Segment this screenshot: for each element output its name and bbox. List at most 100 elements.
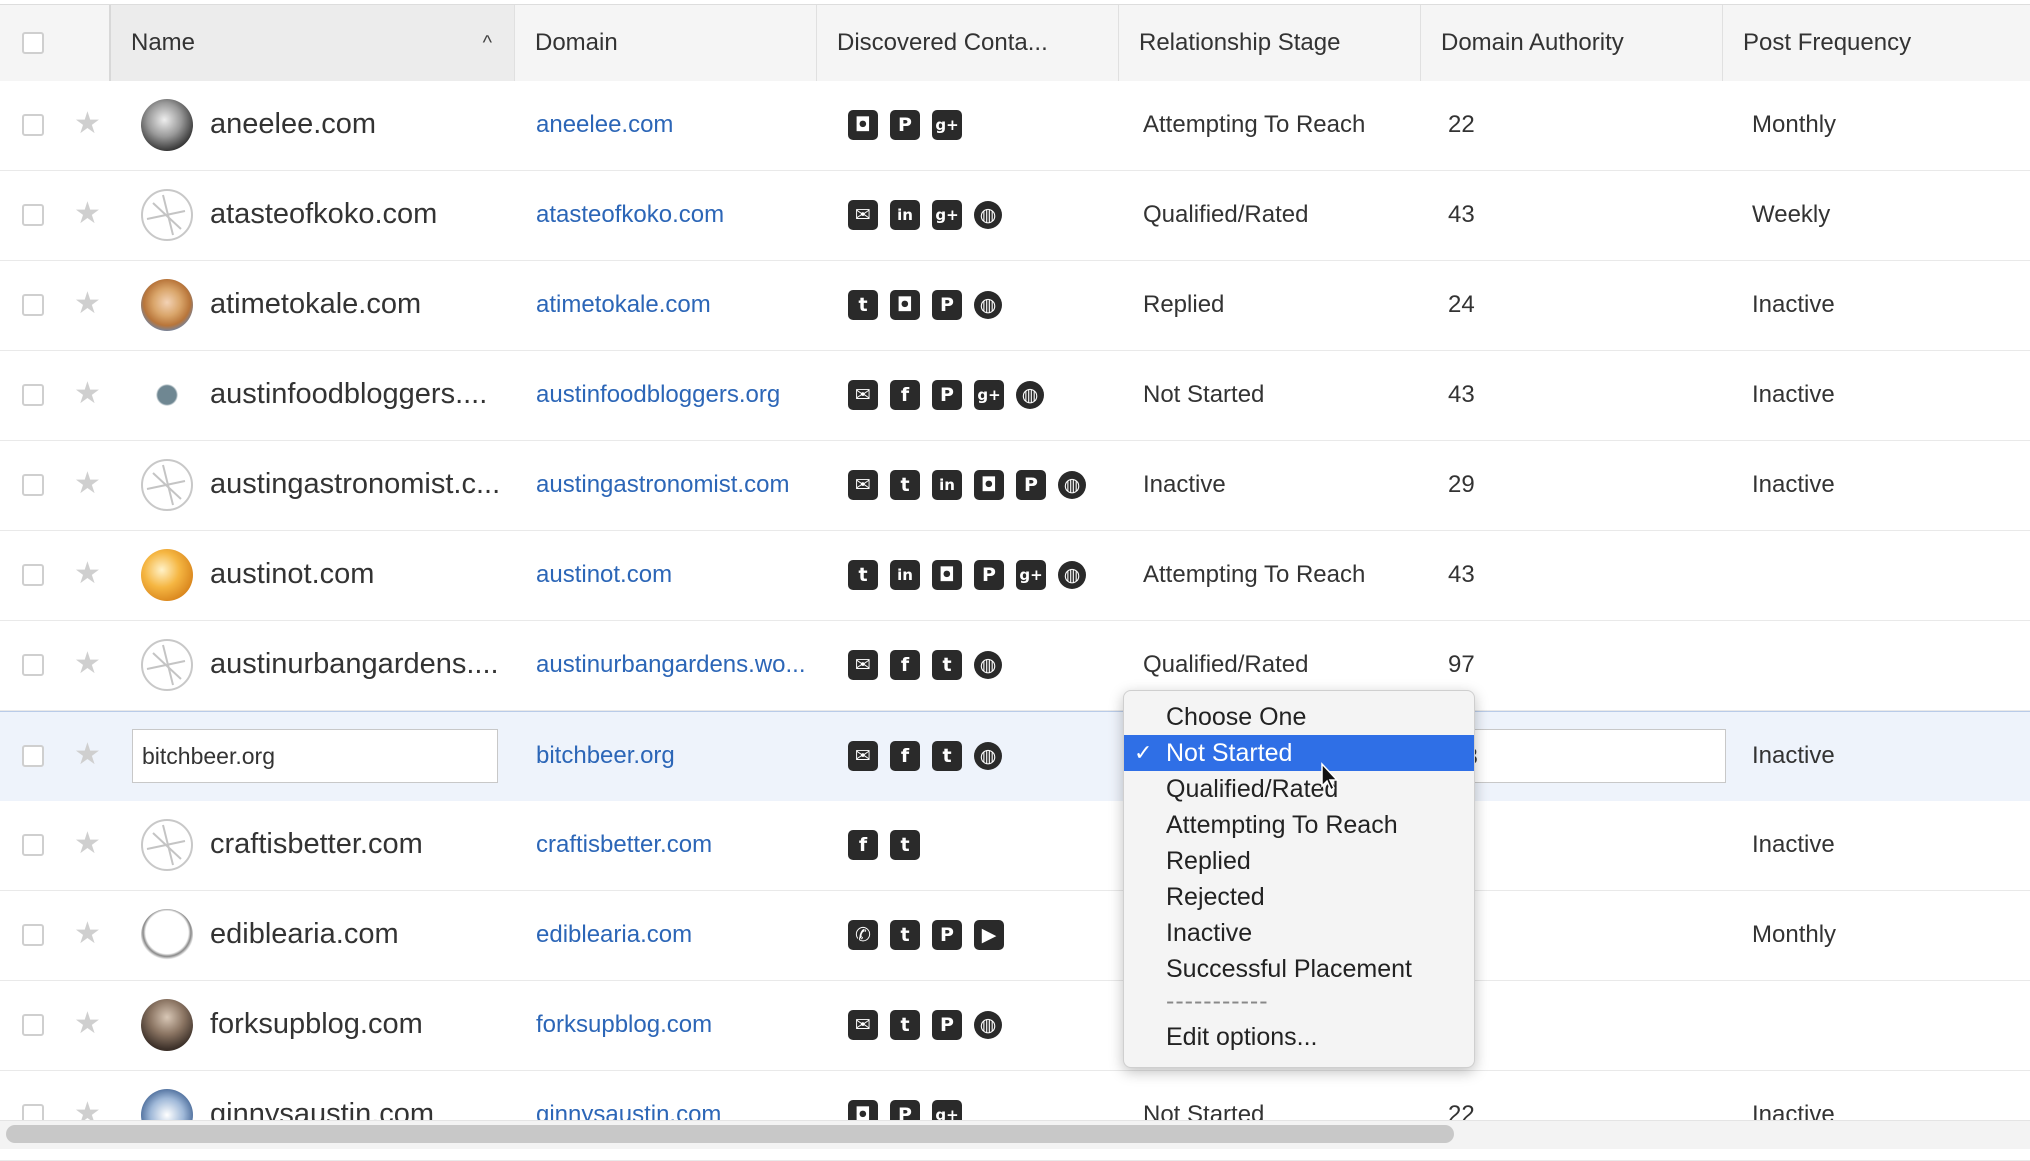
email-icon[interactable]: ✉ bbox=[848, 380, 878, 410]
chevron-up-icon[interactable]: ^ bbox=[483, 5, 492, 81]
dropdown-option-attempting-to-reach[interactable]: Attempting To Reach bbox=[1124, 807, 1474, 843]
globe-icon[interactable]: ◍ bbox=[1058, 471, 1086, 499]
globe-icon[interactable]: ◍ bbox=[974, 201, 1002, 229]
pinterest-icon[interactable]: P bbox=[932, 1010, 962, 1040]
instagram-icon[interactable]: ◘ bbox=[848, 110, 878, 140]
table-row[interactable]: ★ austingastronomist.c... austingastronomi… bbox=[0, 441, 2030, 531]
table-row[interactable]: ★ forksupblog.com forksupblog.com ✉ t P ◍ bbox=[0, 981, 2030, 1071]
globe-icon[interactable]: ◍ bbox=[1058, 561, 1086, 589]
column-header-post-frequency[interactable]: Post Frequency bbox=[1723, 5, 2030, 81]
pinterest-icon[interactable]: P bbox=[890, 110, 920, 140]
star-icon[interactable]: ★ bbox=[74, 379, 101, 409]
row-checkbox[interactable] bbox=[22, 1014, 44, 1036]
row-checkbox[interactable] bbox=[22, 294, 44, 316]
row-checkbox[interactable] bbox=[22, 204, 44, 226]
domain-authority-edit-input[interactable]: 3 bbox=[1456, 729, 1726, 783]
linkedin-icon[interactable]: in bbox=[890, 200, 920, 230]
row-domain-link[interactable]: craftisbetter.com bbox=[536, 831, 712, 859]
globe-icon[interactable]: ◍ bbox=[974, 651, 1002, 679]
dropdown-option-choose-one[interactable]: Choose One bbox=[1124, 699, 1474, 735]
horizontal-scrollbar-thumb[interactable] bbox=[6, 1125, 1454, 1143]
star-icon[interactable]: ★ bbox=[74, 740, 101, 770]
globe-icon[interactable]: ◍ bbox=[974, 742, 1002, 770]
row-checkbox[interactable] bbox=[22, 474, 44, 496]
twitter-icon[interactable]: t bbox=[848, 560, 878, 590]
row-checkbox[interactable] bbox=[22, 564, 44, 586]
row-name[interactable]: atasteofkoko.com bbox=[210, 198, 437, 231]
email-icon[interactable]: ✉ bbox=[848, 650, 878, 680]
row-name[interactable]: austingastronomist.c... bbox=[210, 468, 500, 501]
row-checkbox[interactable] bbox=[22, 924, 44, 946]
linkedin-icon[interactable]: in bbox=[932, 470, 962, 500]
linkedin-icon[interactable]: in bbox=[890, 560, 920, 590]
table-row[interactable]: ★ craftisbetter.com craftisbetter.com f t Ina… bbox=[0, 801, 2030, 891]
row-checkbox[interactable] bbox=[22, 384, 44, 406]
table-row[interactable]: ★ austinfoodbloggers.... austinfoodblogger… bbox=[0, 351, 2030, 441]
row-domain-link[interactable]: atasteofkoko.com bbox=[536, 201, 724, 229]
twitter-icon[interactable]: t bbox=[848, 290, 878, 320]
row-name[interactable]: ediblearia.com bbox=[210, 918, 399, 951]
star-icon[interactable]: ★ bbox=[74, 649, 101, 679]
star-icon[interactable]: ★ bbox=[74, 199, 101, 229]
column-header-stage[interactable]: Relationship Stage bbox=[1119, 5, 1421, 81]
row-name[interactable]: austinot.com bbox=[210, 558, 374, 591]
dropdown-option-inactive[interactable]: Inactive bbox=[1124, 915, 1474, 951]
instagram-icon[interactable]: ◘ bbox=[890, 290, 920, 320]
row-domain-link[interactable]: atimetokale.com bbox=[536, 291, 711, 319]
email-icon[interactable]: ✉ bbox=[848, 1010, 878, 1040]
name-edit-input[interactable] bbox=[132, 729, 498, 783]
row-name[interactable]: aneelee.com bbox=[210, 108, 376, 141]
column-header-contacts[interactable]: Discovered Conta... bbox=[817, 5, 1119, 81]
pinterest-icon[interactable]: P bbox=[1016, 470, 1046, 500]
table-row[interactable]: ★ austinot.com austinot.com t in ◘ Pg+ ◍ Attempt… bbox=[0, 531, 2030, 621]
row-relationship-stage[interactable]: Inactive bbox=[1143, 471, 1226, 499]
row-checkbox[interactable] bbox=[22, 654, 44, 676]
row-checkbox[interactable] bbox=[22, 745, 44, 767]
star-icon[interactable]: ★ bbox=[74, 289, 101, 319]
twitter-icon[interactable]: t bbox=[890, 830, 920, 860]
select-all-checkbox[interactable] bbox=[22, 32, 44, 54]
google-plus-icon[interactable]: g+ bbox=[932, 200, 962, 230]
row-relationship-stage[interactable]: Qualified/Rated bbox=[1143, 201, 1308, 229]
row-name[interactable]: atimetokale.com bbox=[210, 288, 421, 321]
facebook-icon[interactable]: f bbox=[890, 650, 920, 680]
row-domain-link[interactable]: forksupblog.com bbox=[536, 1011, 712, 1039]
google-plus-icon[interactable]: g+ bbox=[1016, 560, 1046, 590]
dropdown-option-not-started[interactable]: ✓ Not Started bbox=[1124, 735, 1474, 771]
pinterest-icon[interactable]: P bbox=[932, 380, 962, 410]
row-checkbox[interactable] bbox=[22, 114, 44, 136]
row-relationship-stage[interactable]: Attempting To Reach bbox=[1143, 111, 1365, 139]
relationship-stage-dropdown[interactable]: Choose One ✓ Not Started Qualified/Rated … bbox=[1123, 690, 1475, 1068]
dropdown-option-rejected[interactable]: Rejected bbox=[1124, 879, 1474, 915]
pinterest-icon[interactable]: P bbox=[974, 560, 1004, 590]
star-icon[interactable]: ★ bbox=[74, 559, 101, 589]
table-row[interactable]: ★ austinurbangardens.... austinurbangarden… bbox=[0, 621, 2030, 711]
row-domain-link[interactable]: austinurbangardens.wo... bbox=[536, 651, 806, 679]
star-icon[interactable]: ★ bbox=[74, 109, 101, 139]
star-icon[interactable]: ★ bbox=[74, 1009, 101, 1039]
twitter-icon[interactable]: t bbox=[932, 741, 962, 771]
google-plus-icon[interactable]: g+ bbox=[932, 110, 962, 140]
row-domain-link[interactable]: austinfoodbloggers.org bbox=[536, 381, 780, 409]
column-header-domain-authority[interactable]: Domain Authority bbox=[1421, 5, 1723, 81]
instagram-icon[interactable]: ◘ bbox=[932, 560, 962, 590]
star-icon[interactable]: ★ bbox=[74, 469, 101, 499]
row-domain-link[interactable]: ediblearia.com bbox=[536, 921, 692, 949]
phone-icon[interactable]: ✆ bbox=[848, 920, 878, 950]
facebook-icon[interactable]: f bbox=[890, 380, 920, 410]
row-relationship-stage[interactable]: Not Started bbox=[1143, 381, 1264, 409]
twitter-icon[interactable]: t bbox=[932, 650, 962, 680]
globe-icon[interactable]: ◍ bbox=[974, 291, 1002, 319]
dropdown-option-successful-placement[interactable]: Successful Placement bbox=[1124, 951, 1474, 987]
dropdown-option-replied[interactable]: Replied bbox=[1124, 843, 1474, 879]
row-name[interactable]: austinurbangardens.... bbox=[210, 648, 499, 681]
globe-icon[interactable]: ◍ bbox=[974, 1011, 1002, 1039]
pinterest-icon[interactable]: P bbox=[932, 920, 962, 950]
twitter-icon[interactable]: t bbox=[890, 920, 920, 950]
row-name[interactable]: forksupblog.com bbox=[210, 1008, 423, 1041]
instagram-icon[interactable]: ◘ bbox=[974, 470, 1004, 500]
facebook-icon[interactable]: f bbox=[848, 830, 878, 860]
row-checkbox[interactable] bbox=[22, 834, 44, 856]
pinterest-icon[interactable]: P bbox=[932, 290, 962, 320]
row-domain-link[interactable]: austingastronomist.com bbox=[536, 471, 789, 499]
